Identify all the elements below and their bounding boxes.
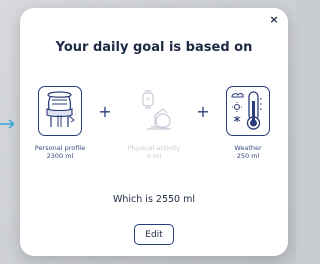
- physical-activity-card: [132, 86, 176, 136]
- weather-card: [226, 86, 270, 136]
- weather-thermometer-icon: [231, 91, 262, 130]
- personal-profile-card: [38, 86, 82, 136]
- edit-button[interactable]: Edit: [134, 224, 174, 245]
- physical-activity-caption: Physical activity 0 ml: [118, 144, 190, 160]
- result-text: Which is 2550 ml: [112, 194, 196, 205]
- plus-sign: +: [196, 102, 210, 121]
- factor-amount: 250 ml: [236, 152, 260, 160]
- daily-goal-dialog: × Your daily goal is based on + + Person…: [20, 8, 288, 256]
- factor-amount: 0 ml: [146, 152, 162, 160]
- factor-label: Physical activity: [127, 144, 181, 152]
- factor-label: Weather: [234, 144, 262, 152]
- person-body-icon: [46, 91, 75, 127]
- close-button[interactable]: ×: [266, 12, 282, 28]
- factor-amount: 2300 ml: [46, 152, 74, 160]
- weather-caption: Weather 250 ml: [212, 144, 284, 160]
- pointer-arrow-icon: [0, 119, 14, 129]
- watch-bike-icon: [142, 90, 171, 130]
- factor-row: + +: [20, 86, 288, 146]
- factor-label: Personal profile: [34, 144, 86, 152]
- plus-sign: +: [98, 102, 112, 121]
- personal-profile-caption: Personal profile 2300 ml: [24, 144, 96, 160]
- dialog-title: Your daily goal is based on: [55, 40, 253, 55]
